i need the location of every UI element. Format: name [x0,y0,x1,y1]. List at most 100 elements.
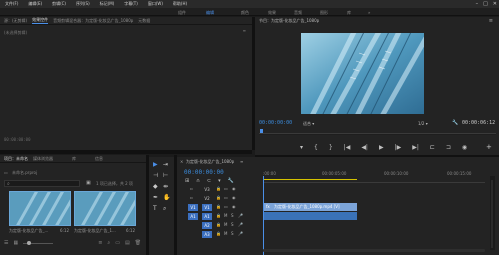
hand-tool-icon[interactable]: ✋ [163,194,170,201]
workspace-tab-color[interactable]: 颜色 [241,10,249,16]
close-sequence-icon[interactable]: × [180,159,183,164]
pen-tool-icon[interactable]: ✒ [153,194,158,201]
tab-source[interactable]: 源：(无剪辑) [4,18,27,24]
zoom-slider[interactable] [23,240,54,245]
find-icon[interactable]: ⌕ [107,240,110,246]
minimize-icon[interactable]: – [476,1,479,7]
track-label[interactable]: V1 [202,204,212,211]
new-item-icon[interactable]: ▤ [125,240,130,246]
sort-icon[interactable]: ≡ [98,240,102,246]
workspace-tab-assembly[interactable]: 组件 [178,10,186,16]
text-tool-icon[interactable]: T [153,205,157,212]
tab-audio-clip-mixer[interactable]: 音频剪辑混合器：为定版-化妆品广告_1080p [53,18,133,24]
tab-media-browser[interactable]: 媒体浏览器 [33,156,53,162]
lock-icon[interactable]: 🔒 [216,231,221,236]
new-bin-folder-icon[interactable]: ▭ [115,240,120,246]
track-select-icon[interactable]: ⇥ [163,161,168,168]
lock-icon[interactable]: 🔒 [216,186,221,191]
source-patch-v1[interactable]: V1 [188,204,198,211]
source-patch-a1[interactable]: A1 [188,213,198,220]
menu-help[interactable]: 帮助(H) [168,1,192,7]
panel-divider[interactable] [0,150,252,154]
video-clip[interactable]: 为定版-化妆品广告_1080p.mp4 [V] [264,203,357,211]
menu-file[interactable]: 文件(F) [0,1,23,7]
extract-icon[interactable]: ⊐ [446,144,451,151]
menu-window[interactable]: 窗口(W) [143,1,168,7]
fit-zoom-select[interactable]: 适合 ▾ [303,121,314,127]
sequence-menu-icon[interactable]: ≡ [240,159,243,164]
timeline-playhead[interactable] [263,176,264,255]
workspace-tab-libraries[interactable]: 库 [347,10,351,16]
mute-icon[interactable]: M [224,213,227,218]
menu-clip[interactable]: 剪辑(C) [47,1,71,7]
mark-in-icon[interactable]: { [314,144,318,151]
workspace-tab-editing[interactable]: 编辑 [206,10,214,16]
tab-info[interactable]: 信息 [95,156,103,162]
program-video-frame[interactable] [301,33,424,114]
sync-icon[interactable]: ▭ [224,195,228,200]
icon-view-icon[interactable]: ▦ [13,240,18,246]
menu-edit[interactable]: 编辑(E) [23,1,47,7]
workspace-tab-effects[interactable]: 效果 [268,10,276,16]
audio-clip[interactable] [264,212,357,220]
zoom-tool-icon[interactable]: ⌕ [163,205,166,213]
maximize-icon[interactable]: □ [483,1,488,7]
solo-icon[interactable]: S [231,222,234,227]
play-icon[interactable]: ▶ [379,144,384,151]
source-patch-icon[interactable]: ▫ [190,195,193,200]
export-frame-icon[interactable]: ◉ [462,144,467,151]
new-bin-icon[interactable]: ▣ [86,180,91,186]
workspace-tab-audio[interactable]: 音频 [294,10,302,16]
go-to-in-icon[interactable]: |◀ [344,144,351,151]
timeline-timecode[interactable]: 00:00:00:00 [184,169,224,176]
wrench-icon[interactable]: 🔧 [452,120,458,126]
razor-tool-icon[interactable]: ◆ [153,183,158,190]
timeline-horizontal-scrollbar[interactable] [263,249,485,252]
mute-icon[interactable]: M [224,222,227,227]
track-label[interactable]: A1 [202,213,212,220]
program-monitor-title[interactable]: 节目：为定版-化妆品广告_1080p [259,18,319,24]
program-playhead[interactable] [260,129,263,133]
workspace-tab-graphics[interactable]: 图形 [320,10,328,16]
track-a3[interactable]: A3 🔒 M S 🎤 [184,230,484,239]
rolling-edit-icon[interactable]: ⊢ [163,172,168,179]
program-time-ruler[interactable] [259,133,496,135]
close-icon[interactable]: ✕ [493,1,497,7]
zoom-slider-handle[interactable] [27,240,32,245]
lock-icon[interactable]: 🔒 [216,204,221,209]
lock-icon[interactable]: 🔒 [216,222,221,227]
source-patch-icon[interactable]: ▫ [190,186,193,191]
track-label[interactable]: V3 [202,186,212,193]
program-current-timecode[interactable]: 00:00:00:00 [259,120,292,126]
button-editor-icon[interactable]: + [486,143,492,151]
eye-icon[interactable]: ◉ [232,204,236,209]
linked-selection-icon[interactable]: ⊂ [207,178,211,184]
menu-sequence[interactable]: 序列(S) [71,1,95,7]
eye-icon[interactable]: ◉ [232,195,236,200]
tab-libraries[interactable]: 库 [72,156,76,162]
add-marker-icon[interactable]: ▾ [300,144,303,151]
voiceover-icon[interactable]: 🎤 [238,231,243,236]
lock-icon[interactable]: 🔒 [216,195,221,200]
selection-tool-icon[interactable]: ▶ [153,161,158,168]
sequence-tab[interactable]: 为定版-化妆品广告_1080p [186,159,234,165]
panel-menu-icon[interactable]: ≡ [243,28,246,33]
delete-icon[interactable]: 🗑 [135,240,141,246]
solo-icon[interactable]: S [231,213,234,218]
playback-resolution-select[interactable]: 1/2 ▾ [418,121,428,126]
workspace-overflow-icon[interactable]: » [368,10,370,15]
menu-marker[interactable]: 标记(M) [95,1,120,7]
track-label[interactable]: A2 [202,222,212,229]
lift-icon[interactable]: ⊏ [430,144,435,151]
tab-metadata[interactable]: 元数据 [138,18,150,24]
track-label[interactable]: V2 [202,195,212,202]
solo-icon[interactable]: S [231,231,234,236]
lock-icon[interactable]: 🔒 [216,213,221,218]
tab-project[interactable]: 项目：未命名 [4,156,28,162]
timeline-settings-icon[interactable]: 🔧 [228,178,234,184]
project-search-input[interactable]: ⌕ [4,180,80,187]
mute-icon[interactable]: M [224,231,227,236]
track-v2[interactable]: ▫ V2 🔒 ▭ ◉ [184,194,484,203]
add-marker-icon[interactable]: ▾ [218,178,221,184]
mark-out-icon[interactable]: } [329,144,333,151]
